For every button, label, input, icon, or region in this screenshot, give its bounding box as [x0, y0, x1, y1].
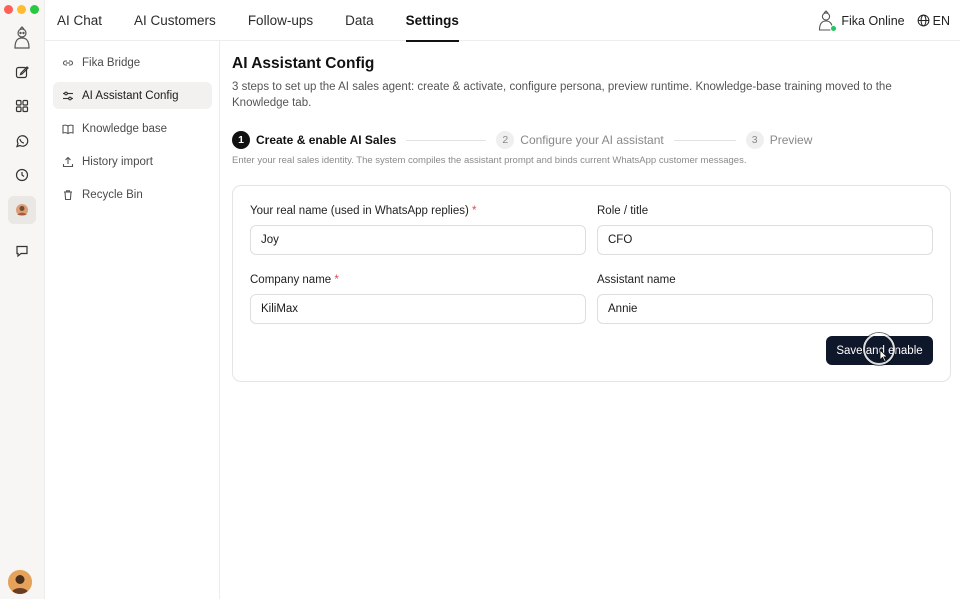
link-icon [62, 59, 74, 66]
role-label: Role / title [597, 205, 649, 217]
step-hint: Enter your real sales identity. The syst… [232, 155, 747, 166]
fika-logo-icon [11, 26, 33, 50]
step-2-number: 2 [496, 131, 515, 149]
step-1-number: 1 [232, 131, 250, 149]
required-marker: * [472, 205, 477, 217]
company-label: Company name * [250, 274, 339, 286]
identity-form-card: Your real name (used in WhatsApp replies… [232, 185, 951, 382]
rail-profile-button[interactable] [8, 196, 36, 224]
user-avatar-icon [8, 570, 32, 594]
assistant-name-label: Assistant name [597, 274, 676, 286]
globe-icon [917, 14, 930, 27]
upload-icon [62, 156, 74, 167]
page-description: 3 steps to set up the AI sales agent: cr… [232, 81, 892, 109]
step-3-label: Preview [769, 133, 813, 147]
top-bar: AI Chat AI Customers Follow-ups Data Set… [45, 0, 960, 42]
grid-icon [15, 99, 29, 113]
rail-history-button[interactable] [8, 161, 36, 189]
status-label: Fika Online [841, 13, 905, 28]
language-label: EN [932, 13, 950, 28]
close-window-button[interactable] [4, 5, 13, 14]
assistant-name-input[interactable]: Annie [597, 294, 933, 324]
step-connector [673, 139, 736, 141]
required-marker: * [334, 274, 339, 286]
stepper: 1 Create & enable AI Sales 2 Configure y… [232, 130, 950, 150]
tab-settings[interactable]: Settings [405, 0, 460, 42]
whatsapp-icon [16, 135, 29, 148]
sidebar-item-label: Fika Bridge [82, 56, 141, 69]
sidebar-item-knowledge-base[interactable]: Knowledge base [53, 115, 212, 142]
role-input[interactable]: CFO [597, 225, 933, 255]
sidebar-item-recycle-bin[interactable]: Recycle Bin [53, 181, 212, 208]
sidebar-item-label: Recycle Bin [82, 188, 143, 201]
sidebar-item-label: History import [82, 155, 153, 168]
edit-icon [15, 66, 29, 79]
tab-ai-customers[interactable]: AI Customers [134, 0, 216, 41]
tab-data[interactable]: Data [345, 0, 374, 41]
header-actions: Fika Online EN [816, 0, 950, 41]
real-name-input[interactable]: Joy [250, 225, 586, 255]
tab-follow-ups[interactable]: Follow-ups [248, 0, 313, 41]
step-3[interactable]: 3 Preview [745, 131, 813, 149]
sidebar-item-ai-assistant-config[interactable]: AI Assistant Config [53, 82, 212, 109]
user-avatar[interactable] [8, 570, 32, 594]
sliders-icon [63, 91, 73, 100]
book-icon [62, 124, 74, 134]
step-2-label: Configure your AI assistant [520, 133, 664, 147]
window-controls [4, 5, 39, 14]
rail-edit-button[interactable] [8, 58, 36, 86]
language-switcher[interactable]: EN [917, 14, 950, 28]
minimize-window-button[interactable] [17, 5, 26, 14]
chat-icon [16, 245, 28, 258]
fika-status-icon [816, 9, 838, 32]
sidebar-item-label: AI Assistant Config [82, 89, 179, 102]
real-name-field: Your real name (used in WhatsApp replies… [250, 205, 586, 255]
sidebar-item-fika-bridge[interactable]: Fika Bridge [53, 49, 212, 76]
online-indicator [830, 24, 838, 32]
profile-icon [16, 204, 28, 216]
role-field: Role / title CFO [597, 205, 933, 255]
page-title: AI Assistant Config [232, 55, 375, 72]
app-rail [0, 0, 45, 599]
rail-feedback-button[interactable] [8, 237, 36, 265]
company-field: Company name * KiliMax [250, 274, 586, 324]
step-connector [406, 139, 487, 141]
clock-icon [15, 168, 29, 182]
company-input[interactable]: KiliMax [250, 294, 586, 324]
tab-ai-chat[interactable]: AI Chat [57, 0, 102, 41]
online-status[interactable]: Fika Online [816, 9, 905, 32]
trash-icon [64, 189, 72, 200]
rail-apps-button[interactable] [8, 92, 36, 120]
maximize-window-button[interactable] [30, 5, 39, 14]
save-and-enable-button[interactable]: Save and enable [826, 336, 933, 365]
settings-sidebar: Fika Bridge AI Assistant Config Knowledg… [45, 41, 220, 599]
rail-whatsapp-button[interactable] [8, 127, 36, 155]
step-3-number: 3 [745, 131, 764, 149]
real-name-label: Your real name (used in WhatsApp replies… [250, 205, 477, 217]
assistant-name-field: Assistant name Annie [597, 274, 933, 324]
step-1[interactable]: 1 Create & enable AI Sales [232, 131, 396, 149]
sidebar-item-history-import[interactable]: History import [53, 148, 212, 175]
step-1-label: Create & enable AI Sales [256, 133, 397, 147]
step-2[interactable]: 2 Configure your AI assistant [496, 131, 664, 149]
sidebar-item-label: Knowledge base [82, 122, 168, 135]
main-nav: AI Chat AI Customers Follow-ups Data Set… [57, 0, 491, 42]
